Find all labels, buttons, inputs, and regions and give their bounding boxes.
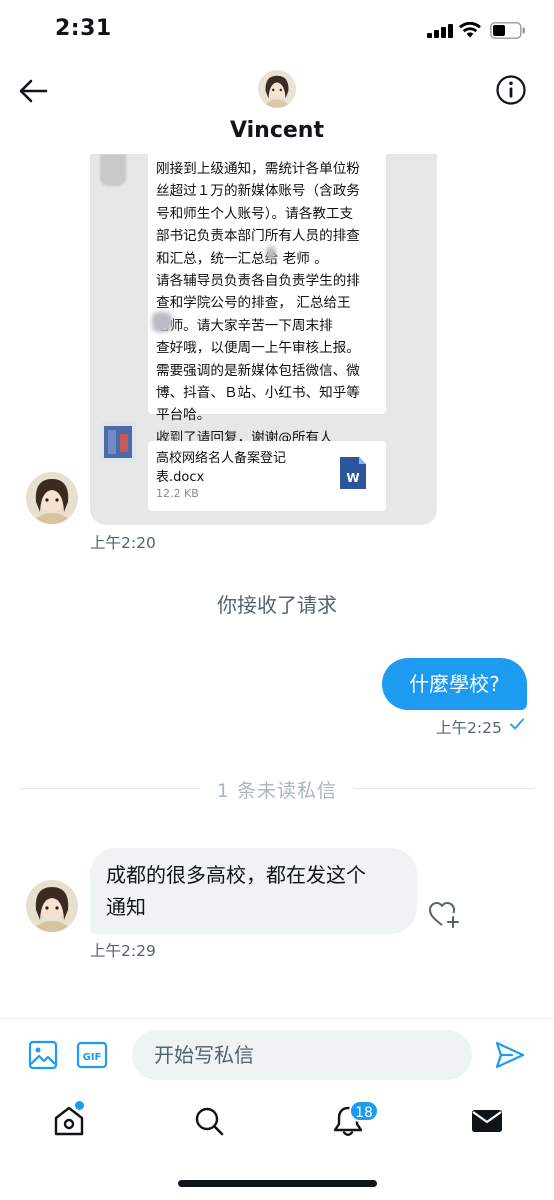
message-composer: GIF	[0, 1018, 554, 1092]
unread-divider-label: 1 条未读私信	[216, 780, 338, 802]
wechat-line: 老师。请大家辛苦一下周末排	[156, 317, 333, 334]
system-message: 你接收了请求	[217, 593, 337, 617]
message-timestamp: 上午2:20	[90, 534, 156, 552]
contact-avatar[interactable]	[26, 472, 78, 524]
cellular-signal-icon	[427, 24, 453, 38]
contact-avatar[interactable]	[26, 880, 78, 932]
notification-badge: 18	[349, 1100, 379, 1122]
message-timestamp: 上午2:25	[436, 719, 502, 737]
home-new-dot	[75, 1101, 84, 1110]
file-size: 12.2 KB	[156, 487, 199, 500]
wechat-line: 平台哈。	[156, 407, 211, 424]
send-icon[interactable]	[494, 1039, 526, 1071]
sender-avatar-thumb	[100, 422, 136, 462]
outgoing-message-bubble[interactable]: 什麼學校?	[382, 658, 527, 710]
image-message[interactable]: 刚接到上级通知，需统计各单位粉 丝超过１万的新媒体账号（含政务 号和师生个人账号…	[90, 154, 437, 525]
message-timestamp: 上午2:29	[90, 942, 156, 960]
wechat-line: 部书记负责本部门所有人员的排查	[156, 228, 360, 245]
redaction-blur	[152, 312, 172, 332]
search-icon[interactable]	[192, 1104, 226, 1138]
header-avatar[interactable]	[258, 70, 296, 108]
wechat-line: 请各辅导员负责各自负责学生的排	[156, 273, 360, 290]
wifi-icon	[459, 21, 481, 38]
wechat-line: 查好哦，以便周一上午审核上报。	[156, 340, 360, 357]
message-input[interactable]	[132, 1030, 472, 1080]
wechat-line: 博、抖音、Ｂ站、小红书、知乎等	[156, 385, 360, 402]
wechat-line: 号和师生个人账号）。请各教工支	[156, 205, 354, 222]
heart-plus-icon[interactable]	[428, 900, 460, 930]
blurred-avatar	[100, 154, 126, 186]
wechat-line: 查和学院公号的排查， 汇总给王	[156, 295, 351, 312]
wechat-text-bubble: 刚接到上级通知，需统计各单位粉 丝超过１万的新媒体账号（含政务 号和师生个人账号…	[148, 154, 386, 446]
file-name: 高校网络名人备案登记表.docx	[156, 451, 287, 485]
status-time: 2:31	[55, 16, 112, 41]
wechat-line: 刚接到上级通知，需统计各单位粉	[156, 161, 360, 177]
word-doc-icon: W	[340, 457, 366, 489]
incoming-message-bubble[interactable]: 成都的很多高校，都在发这个 通知	[90, 848, 417, 934]
status-bar: 2:31	[0, 0, 554, 60]
back-arrow-icon[interactable]	[16, 76, 50, 106]
svg-text:W: W	[346, 471, 359, 485]
battery-icon	[490, 22, 525, 39]
wechat-line: 需要强调的是新媒体包括微信、微	[156, 362, 360, 379]
image-icon[interactable]	[28, 1040, 58, 1070]
message-line: 成都的很多高校，都在发这个	[106, 863, 366, 887]
file-attachment-card: 高校网络名人备案登记表.docx 12.2 KB W	[148, 441, 386, 511]
wechat-line: 丝超过１万的新媒体账号（含政务	[156, 183, 360, 200]
redaction-blur	[266, 246, 276, 260]
conversation-header: Vincent	[0, 60, 554, 156]
home-indicator	[178, 1180, 377, 1187]
message-line: 通知	[106, 895, 146, 919]
mail-icon[interactable]	[470, 1104, 504, 1138]
info-icon[interactable]	[494, 73, 528, 107]
check-icon	[510, 718, 524, 730]
gif-label: GIF	[83, 1052, 102, 1063]
gif-button[interactable]: GIF	[76, 1040, 108, 1070]
conversation-name[interactable]: Vincent	[0, 118, 554, 143]
